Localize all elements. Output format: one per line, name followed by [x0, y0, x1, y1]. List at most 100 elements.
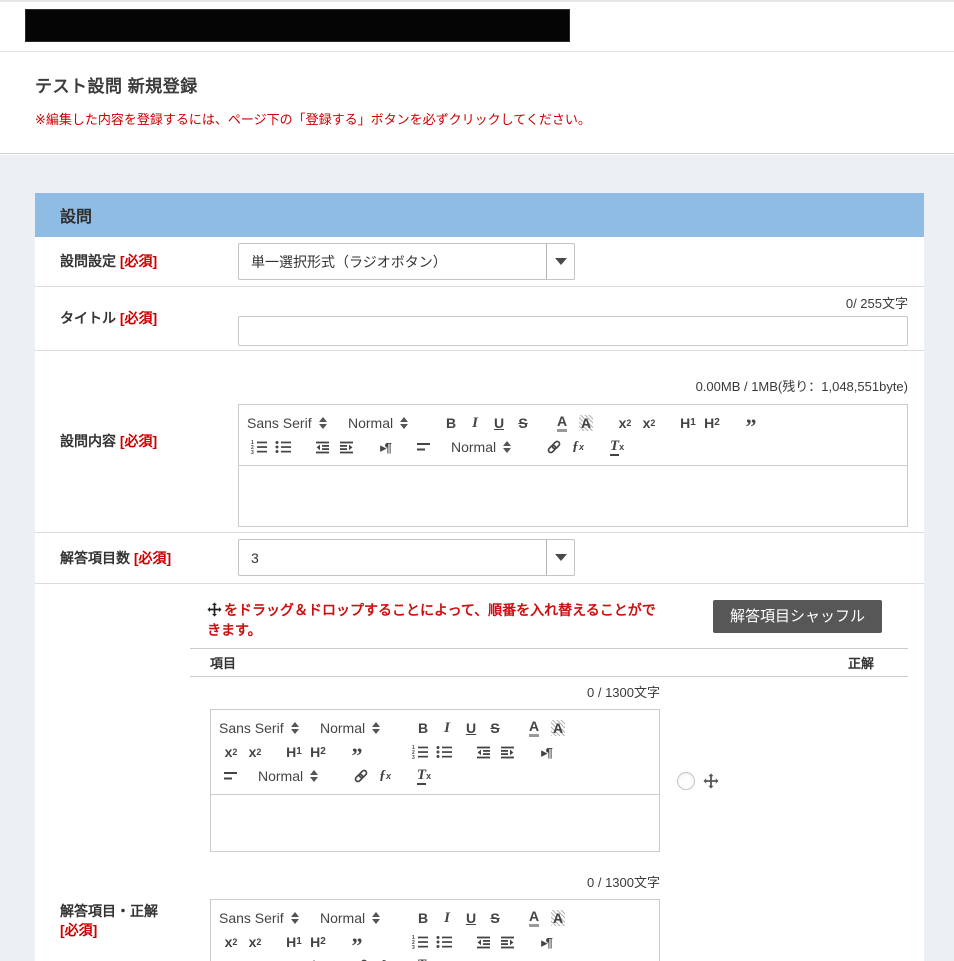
ordered-list-button[interactable]: 123: [247, 435, 271, 459]
background-color-button[interactable]: A: [574, 411, 598, 435]
clean-format-button[interactable]: Tx: [605, 435, 629, 459]
font-picker[interactable]: Sans Serif: [247, 411, 333, 435]
correct-answer-radio[interactable]: [677, 772, 695, 790]
select-arrow-box[interactable]: [546, 244, 574, 279]
size-picker[interactable]: Normal: [348, 411, 424, 435]
question-type-row: 設問設定 [必須] 単一選択形式（ラジオボタン）: [35, 237, 924, 287]
strike-button[interactable]: S: [483, 716, 507, 740]
underline-button[interactable]: U: [459, 906, 483, 930]
blockquote-button[interactable]: ”: [345, 740, 369, 764]
outdent-button[interactable]: [310, 435, 334, 459]
formula-button[interactable]: ƒx: [373, 954, 397, 961]
align-button[interactable]: [219, 954, 243, 961]
code-block-button[interactable]: [369, 930, 393, 954]
editor-textarea[interactable]: [239, 466, 907, 526]
bold-button[interactable]: B: [439, 411, 463, 435]
size-picker[interactable]: Normal: [320, 716, 396, 740]
line-height-picker[interactable]: Normal: [258, 954, 334, 961]
toolbar-group: Normal: [258, 954, 334, 961]
line-height-picker[interactable]: Normal: [451, 435, 527, 459]
answer-column-header: 正解: [848, 653, 874, 672]
bullet-list-button[interactable]: [432, 740, 456, 764]
select-arrow-box[interactable]: [546, 540, 574, 575]
strike-button[interactable]: S: [511, 411, 535, 435]
clean-format-button[interactable]: Tx: [412, 764, 436, 788]
subscript-button[interactable]: x2: [219, 740, 243, 764]
text-direction-button[interactable]: ▸¶: [534, 740, 558, 764]
align-button[interactable]: [412, 435, 436, 459]
header-2-button[interactable]: H2: [306, 930, 330, 954]
align-icon: [223, 768, 239, 784]
toolbar-group: x2 x2: [219, 930, 267, 954]
italic-button[interactable]: I: [463, 411, 487, 435]
editor-textarea[interactable]: [211, 795, 659, 851]
subscript-button[interactable]: x2: [219, 930, 243, 954]
question-content-content: 0.00MB / 1MB(残り：1,048,551byte) Sans Seri…: [238, 351, 924, 532]
header-1-button[interactable]: H1: [282, 930, 306, 954]
superscript-button[interactable]: x2: [637, 411, 661, 435]
outdent-button[interactable]: [471, 740, 495, 764]
code-block-button[interactable]: [763, 411, 787, 435]
line-height-picker[interactable]: Normal: [258, 764, 334, 788]
background-color-button[interactable]: A: [546, 906, 570, 930]
superscript-button[interactable]: x2: [243, 740, 267, 764]
size-picker[interactable]: Normal: [320, 906, 396, 930]
underline-button[interactable]: U: [459, 716, 483, 740]
bullet-list-button[interactable]: [271, 435, 295, 459]
bullet-list-button[interactable]: [432, 930, 456, 954]
outdent-button[interactable]: [471, 930, 495, 954]
toolbar-row: Normal ƒx Tx: [219, 764, 651, 788]
subscript-button[interactable]: x2: [613, 411, 637, 435]
text-color-button[interactable]: A: [550, 411, 574, 435]
superscript-icon: x2: [249, 935, 262, 949]
move-cursor-icon: [207, 602, 222, 617]
superscript-button[interactable]: x2: [243, 930, 267, 954]
question-type-select[interactable]: 単一選択形式（ラジオボタン）: [238, 243, 575, 280]
bold-button[interactable]: B: [411, 906, 435, 930]
header-2-button[interactable]: H2: [306, 740, 330, 764]
updown-arrows-icon: [319, 417, 327, 429]
answer-count-select[interactable]: 3: [238, 539, 575, 576]
indent-button[interactable]: [495, 930, 519, 954]
formula-button[interactable]: ƒx: [566, 435, 590, 459]
formula-button[interactable]: ƒx: [373, 764, 397, 788]
align-button[interactable]: [219, 764, 243, 788]
text-color-button[interactable]: A: [522, 716, 546, 740]
blockquote-icon: ”: [746, 414, 757, 432]
text-direction-button[interactable]: ▸¶: [534, 930, 558, 954]
indent-button[interactable]: [495, 740, 519, 764]
toolbar-group: BIUS: [411, 716, 507, 740]
required-badge: [必須]: [120, 253, 157, 269]
text-color-button[interactable]: A: [522, 906, 546, 930]
link-button[interactable]: [542, 435, 566, 459]
code-block-button[interactable]: [369, 740, 393, 764]
indent-button[interactable]: [334, 435, 358, 459]
header-1-button[interactable]: H1: [282, 740, 306, 764]
toolbar-group: Normal: [320, 716, 396, 740]
bold-button[interactable]: B: [411, 716, 435, 740]
blockquote-button[interactable]: ”: [739, 411, 763, 435]
toolbar-group: Normal: [320, 906, 396, 930]
strike-button[interactable]: S: [483, 906, 507, 930]
strike-icon: S: [518, 416, 527, 430]
background-color-button[interactable]: A: [546, 716, 570, 740]
clean-format-button[interactable]: Tx: [412, 954, 436, 961]
ordered-list-button[interactable]: 123: [408, 740, 432, 764]
blockquote-button[interactable]: ”: [345, 930, 369, 954]
italic-button[interactable]: I: [435, 906, 459, 930]
move-handle-icon[interactable]: [703, 773, 719, 789]
title-input[interactable]: [238, 316, 908, 346]
link-button[interactable]: [349, 954, 373, 961]
correct-answer-control: [677, 772, 719, 790]
text-direction-button[interactable]: ▸¶: [373, 435, 397, 459]
font-picker[interactable]: Sans Serif: [219, 716, 305, 740]
font-picker[interactable]: Sans Serif: [219, 906, 305, 930]
header-1-button[interactable]: H1: [676, 411, 700, 435]
shuffle-answers-button[interactable]: 解答項目シャッフル: [713, 600, 882, 633]
italic-button[interactable]: I: [435, 716, 459, 740]
title-label: タイトル [必須]: [60, 309, 238, 328]
link-button[interactable]: [349, 764, 373, 788]
header-2-button[interactable]: H2: [700, 411, 724, 435]
ordered-list-button[interactable]: 123: [408, 930, 432, 954]
underline-button[interactable]: U: [487, 411, 511, 435]
